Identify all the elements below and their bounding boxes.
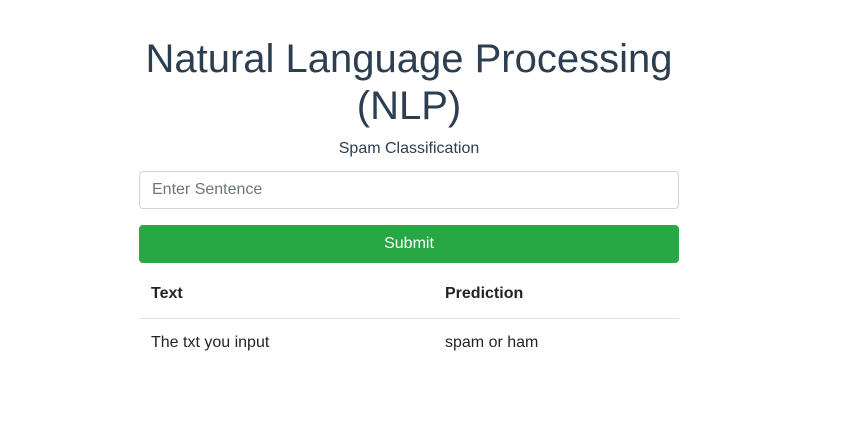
column-header-text: Text bbox=[139, 269, 433, 319]
table-row: The txt you input spam or ham bbox=[139, 319, 679, 368]
submit-button[interactable]: Submit bbox=[139, 225, 679, 263]
main-container: Natural Language Processing (NLP) Spam C… bbox=[139, 0, 679, 367]
page-title: Natural Language Processing (NLP) bbox=[145, 37, 673, 128]
column-header-prediction: Prediction bbox=[433, 269, 679, 319]
cell-prediction: spam or ham bbox=[445, 334, 539, 351]
sentence-form: Submit bbox=[139, 171, 679, 263]
page-subtitle: Spam Classification bbox=[338, 140, 480, 157]
results-table: Text Prediction The txt you input spam o… bbox=[139, 269, 679, 367]
cell-text: The txt you input bbox=[151, 334, 270, 351]
sentence-input[interactable] bbox=[139, 171, 679, 209]
table-header-row: Text Prediction bbox=[139, 269, 679, 319]
